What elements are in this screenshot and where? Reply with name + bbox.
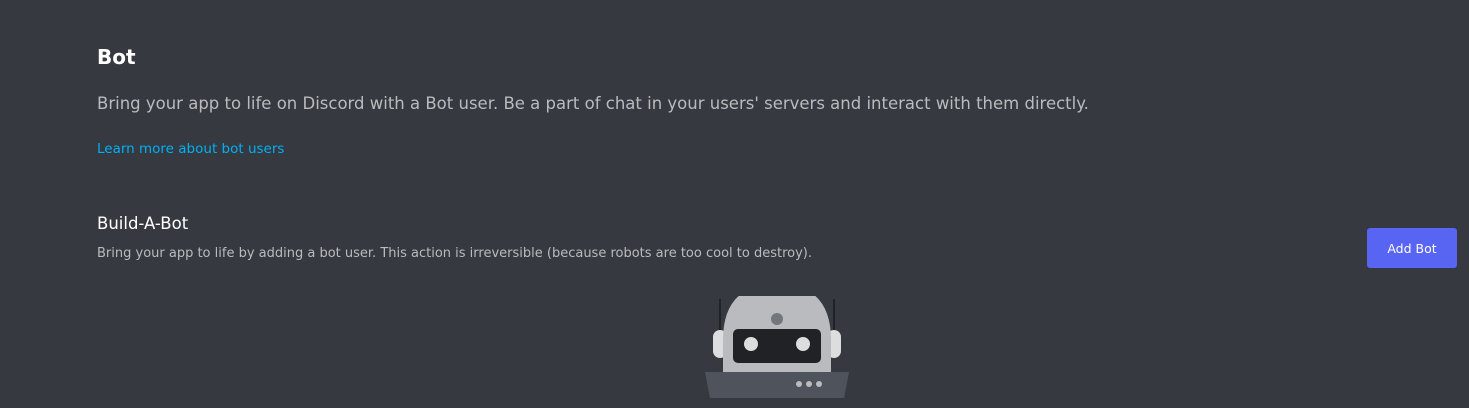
build-a-bot-title: Build-A-Bot [97, 214, 189, 233]
page-description: Bring your app to life on Discord with a… [97, 94, 1089, 113]
bot-settings-page: Bot Bring your app to life on Discord wi… [0, 0, 1469, 408]
robot-eye-right [796, 337, 810, 351]
add-bot-button[interactable]: Add Bot [1367, 228, 1457, 268]
robot-antenna-right [833, 299, 835, 335]
robot-body-dot [796, 381, 802, 387]
learn-more-link[interactable]: Learn more about bot users [97, 140, 284, 158]
robot-body-dot [816, 381, 822, 387]
robot-body [705, 372, 849, 398]
build-a-bot-description: Bring your app to life by adding a bot u… [97, 246, 812, 261]
robot-body-dot [806, 381, 812, 387]
robot-forehead-dot [771, 313, 783, 325]
page-title: Bot [97, 45, 136, 69]
robot-antenna-left [719, 299, 721, 335]
robot-illustration-icon [705, 296, 849, 398]
robot-eye-left [744, 337, 758, 351]
